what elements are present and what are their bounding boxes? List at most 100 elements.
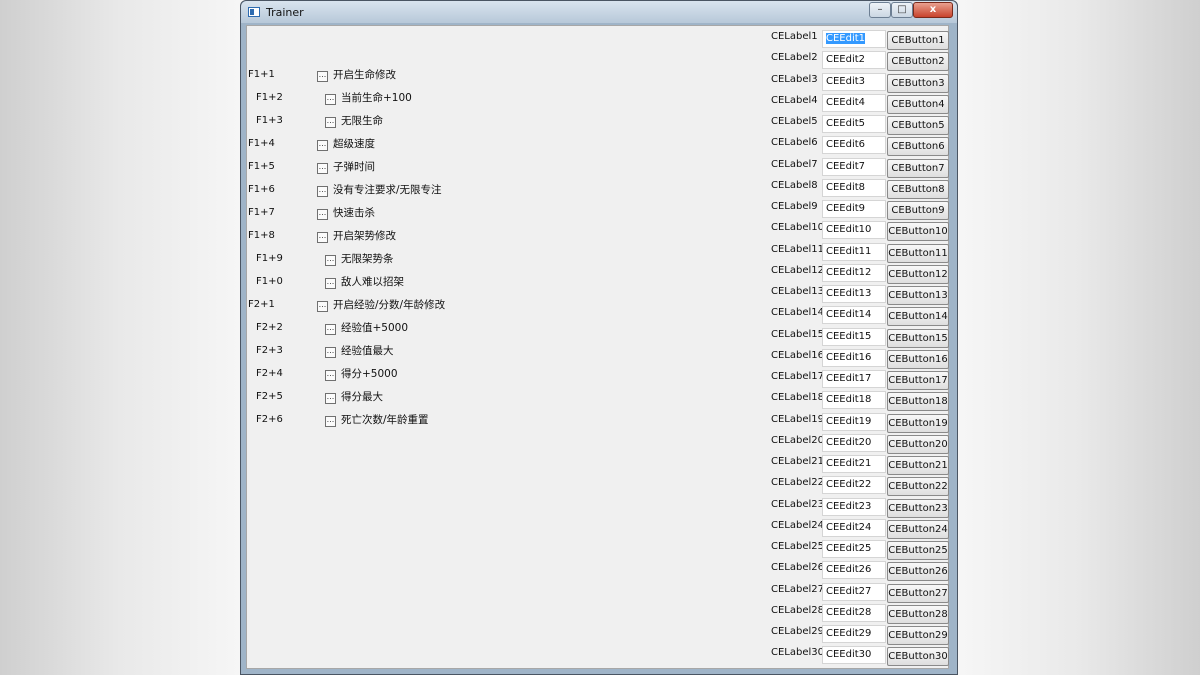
ce-edit-field[interactable]: CEEdit10 [822, 221, 886, 240]
ce-label: CELabel16 [771, 349, 825, 361]
option-checkbox[interactable]: ... [317, 71, 328, 82]
option-label: 当前生命+100 [341, 92, 412, 104]
ce-edit-field[interactable]: CEEdit2 [822, 51, 886, 70]
ce-button[interactable]: CEButton25 [887, 541, 949, 560]
ce-button[interactable]: CEButton21 [887, 456, 949, 475]
ce-edit-field[interactable]: CEEdit3 [822, 72, 886, 91]
ce-button[interactable]: CEButton16 [887, 349, 949, 369]
ce-edit-field[interactable]: CEEdit15 [822, 327, 886, 346]
ce-edit-field[interactable]: CEEdit18 [822, 391, 886, 410]
ce-button[interactable]: CEButton29 [887, 626, 949, 645]
ce-button[interactable]: CEButton7 [887, 158, 949, 178]
ce-button[interactable]: CEButton23 [887, 498, 949, 518]
ce-button[interactable]: CEButton9 [887, 201, 949, 220]
ce-button[interactable]: CEButton2 [887, 52, 949, 72]
ce-button[interactable]: CEButton27 [887, 583, 949, 603]
option-checkbox[interactable]: ... [317, 209, 328, 220]
ce-label: CELabel8 [771, 179, 818, 191]
ce-edit-field[interactable]: CEEdit12 [822, 263, 886, 282]
hotkey-label: F1+1 [248, 69, 275, 80]
ce-button[interactable]: CEButton30 [887, 647, 949, 667]
ce-button[interactable]: CEButton19 [887, 413, 949, 433]
hotkey-label: F2+3 [256, 345, 283, 356]
ce-button[interactable]: CEButton10 [887, 222, 949, 242]
ce-edit-field[interactable]: CEEdit16 [822, 348, 886, 367]
option-checkbox[interactable]: ... [317, 163, 328, 174]
ce-button[interactable]: CEButton15 [887, 328, 949, 348]
ce-button[interactable]: CEButton12 [887, 264, 949, 284]
trainer-window: Trainer – □ x F1+1... 开启生命修改 F1+2... 当前生命+1… [240, 0, 958, 675]
ce-button[interactable]: CEButton13 [887, 286, 949, 305]
close-button[interactable]: x [913, 2, 953, 18]
option-checkbox[interactable]: ... [317, 186, 328, 197]
ce-edit-field[interactable]: CEEdit20 [822, 433, 886, 452]
ce-edit-field[interactable]: CEEdit24 [822, 518, 886, 537]
ce-button[interactable]: CEButton1 [887, 31, 949, 50]
ce-button[interactable]: CEButton14 [887, 307, 949, 327]
window-title: Trainer [266, 6, 304, 19]
ce-button[interactable]: CEButton3 [887, 73, 949, 93]
ce-edit-field[interactable]: CEEdit29 [822, 625, 886, 643]
ce-edit-field[interactable]: CEEdit30 [822, 646, 886, 665]
ce-label: CELabel20 [771, 434, 825, 446]
ce-button[interactable]: CEButton22 [887, 477, 949, 497]
ce-edit-value: CEEdit21 [826, 458, 872, 469]
ce-edit-field[interactable]: CEEdit7 [822, 157, 886, 176]
ce-edit-field[interactable]: CEEdit28 [822, 603, 886, 622]
ce-button[interactable]: CEButton11 [887, 243, 949, 263]
ce-edit-field[interactable]: CEEdit11 [822, 242, 886, 261]
ce-edit-field[interactable]: CEEdit6 [822, 136, 886, 155]
ce-label: CELabel3 [771, 73, 818, 85]
option-checkbox[interactable]: ... [325, 416, 336, 427]
hotkey-label: F1+0 [256, 276, 283, 287]
ce-edit-value: CEEdit27 [826, 585, 872, 597]
ce-button[interactable]: CEButton18 [887, 392, 949, 412]
ce-button[interactable]: CEButton26 [887, 562, 949, 582]
ce-edit-field[interactable]: CEEdit14 [822, 306, 886, 325]
option-checkbox[interactable]: ... [317, 232, 328, 243]
ce-button[interactable]: CEButton8 [887, 179, 949, 199]
ce-label: CELabel29 [771, 626, 825, 637]
ce-button[interactable]: CEButton6 [887, 137, 949, 157]
ce-edit-field[interactable]: CEEdit26 [822, 561, 886, 580]
option-checkbox[interactable]: ... [325, 370, 336, 381]
option-checkbox[interactable]: ... [317, 140, 328, 151]
option-checkbox[interactable]: ... [325, 347, 336, 358]
ce-button[interactable]: CEButton4 [887, 94, 949, 114]
ce-edit-field[interactable]: CEEdit21 [822, 455, 886, 473]
ce-edit-field[interactable]: CEEdit4 [822, 93, 886, 112]
ce-edit-field[interactable]: CEEdit17 [822, 370, 886, 388]
title-bar[interactable]: Trainer – □ x [241, 1, 957, 23]
ce-edit-field[interactable]: CEEdit23 [822, 497, 886, 516]
ce-edit-field[interactable]: CEEdit25 [822, 540, 886, 558]
ce-edit-field[interactable]: CEEdit13 [822, 285, 886, 303]
hotkey-label: F1+9 [256, 253, 283, 264]
ce-edit-field[interactable]: CEEdit9 [822, 200, 886, 218]
ce-edit-field[interactable]: CEEdit27 [822, 582, 886, 601]
hotkey-label: F2+6 [256, 414, 283, 425]
ce-button[interactable]: CEButton5 [887, 116, 949, 135]
ce-edit-field[interactable]: CEEdit19 [822, 412, 886, 431]
option-label: 得分+5000 [341, 368, 398, 380]
minimize-button[interactable]: – [869, 2, 891, 18]
ce-button[interactable]: CEButton20 [887, 434, 949, 454]
ce-edit-field[interactable]: CEEdit8 [822, 178, 886, 197]
ce-edit-value: CEEdit24 [826, 521, 872, 533]
ce-button[interactable]: CEButton24 [887, 519, 949, 539]
option-checkbox[interactable]: ... [325, 324, 336, 335]
option-checkbox[interactable]: ... [325, 278, 336, 289]
option-checkbox[interactable]: ... [325, 255, 336, 266]
option-checkbox[interactable]: ... [325, 393, 336, 404]
ce-edit-value: CEEdit13 [826, 288, 872, 299]
maximize-button[interactable]: □ [891, 2, 913, 18]
ce-button[interactable]: CEButton28 [887, 604, 949, 624]
option-checkbox[interactable]: ... [325, 94, 336, 105]
option-checkbox[interactable]: ... [317, 301, 328, 312]
ce-button[interactable]: CEButton17 [887, 371, 949, 390]
ce-label: CELabel14 [771, 307, 825, 319]
ce-edit-field[interactable]: CEEdit22 [822, 476, 886, 495]
ce-label: CELabel18 [771, 392, 825, 404]
ce-edit-field[interactable]: CEEdit1 [822, 30, 886, 48]
ce-edit-field[interactable]: CEEdit5 [822, 115, 886, 133]
option-checkbox[interactable]: ... [325, 117, 336, 128]
